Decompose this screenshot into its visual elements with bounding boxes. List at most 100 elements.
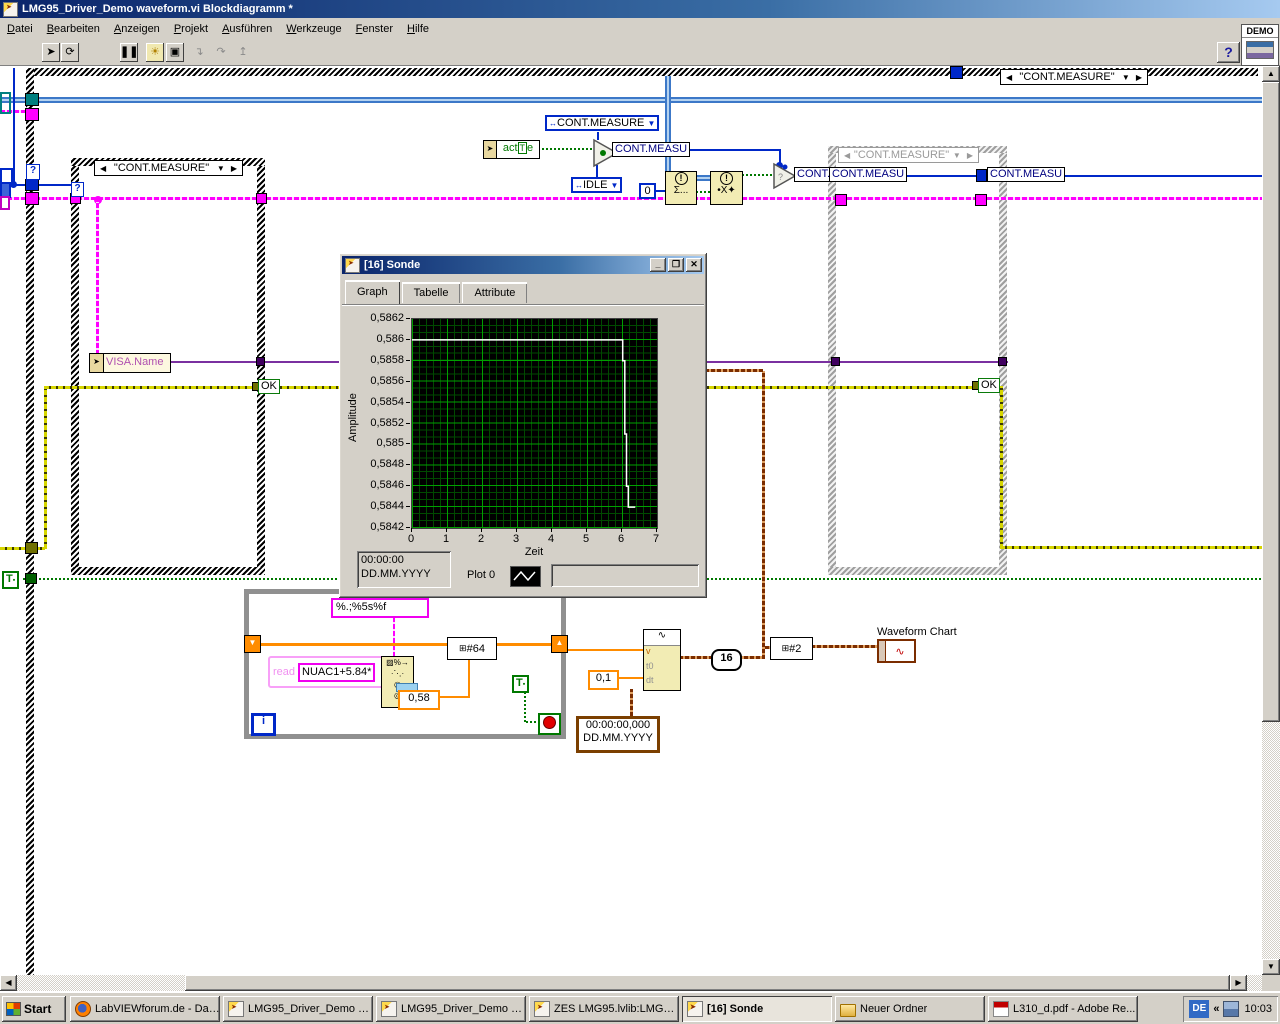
refnum-wire[interactable] bbox=[696, 175, 710, 181]
case-prev-icon[interactable]: ◀ bbox=[100, 164, 106, 173]
case-dropdown-icon[interactable]: ▼ bbox=[217, 164, 225, 173]
multiply-node[interactable]: ! •X✦ bbox=[710, 171, 743, 205]
blue-tunnel-top-border[interactable] bbox=[950, 66, 963, 79]
boolean-wire[interactable] bbox=[526, 721, 538, 723]
timestamp-constant[interactable]: 00:00:00,000 DD.MM.YYYY bbox=[576, 716, 660, 753]
cluster-tunnel-top[interactable] bbox=[25, 108, 39, 121]
active-control-terminal[interactable]: ➤ act Te bbox=[483, 140, 540, 159]
error-wire[interactable] bbox=[0, 547, 45, 550]
shift-register-left[interactable]: ▼ bbox=[244, 635, 261, 653]
left-case-left-border[interactable] bbox=[71, 166, 79, 567]
disabled-case-selector[interactable]: ◀ "CONT.MEASURE" ▼ ▶ bbox=[838, 147, 979, 163]
tab-attribute[interactable]: Attribute bbox=[462, 282, 528, 303]
menu-bearbeiten[interactable]: Bearbeiten bbox=[40, 20, 107, 38]
blue-wire-vertical-left[interactable] bbox=[13, 68, 15, 184]
waveform-wire[interactable] bbox=[811, 645, 877, 648]
task-button[interactable]: Neuer Ordner bbox=[835, 996, 985, 1022]
error-wire-vertical[interactable] bbox=[1000, 386, 1003, 549]
boolean-wire-vertical[interactable] bbox=[524, 693, 526, 722]
zero-constant[interactable]: 0 bbox=[639, 183, 656, 199]
probe-close-button[interactable]: ✕ bbox=[686, 258, 702, 272]
waveform-chart-terminal[interactable]: ∿ bbox=[877, 639, 916, 663]
true-constant[interactable]: T▪ bbox=[2, 571, 20, 589]
cluster-wire-horizontal[interactable] bbox=[0, 197, 1262, 200]
build-array-node[interactable]: ⊞ #2 bbox=[770, 637, 813, 660]
numeric-array-wire[interactable] bbox=[251, 643, 552, 646]
clipped-terminal-fragment[interactable] bbox=[0, 196, 10, 210]
blue-tunnel[interactable] bbox=[976, 169, 987, 182]
probe-graph-plot-area[interactable] bbox=[411, 318, 658, 529]
format-string-constant[interactable]: %.;%5s%f bbox=[331, 598, 429, 618]
case-next-icon[interactable]: ▶ bbox=[231, 164, 237, 173]
cluster-tunnel[interactable] bbox=[975, 194, 987, 206]
numeric-wire-vertical[interactable] bbox=[468, 658, 470, 698]
boolean-wire[interactable] bbox=[538, 148, 595, 150]
left-case-right-border[interactable] bbox=[257, 166, 265, 567]
error-probe-ok[interactable]: OK bbox=[258, 379, 280, 394]
visa-property-node[interactable]: ➤ VISA.Name bbox=[89, 353, 171, 373]
menu-werkzeuge[interactable]: Werkzeuge bbox=[279, 20, 348, 38]
queue-status-node[interactable]: ! Σ... bbox=[665, 171, 697, 205]
left-case-bottom-border[interactable] bbox=[71, 567, 265, 575]
menu-anzeigen[interactable]: Anzeigen bbox=[107, 20, 167, 38]
task-button[interactable]: LMG95_Driver_Demo w... bbox=[223, 996, 373, 1022]
horizontal-scrollbar-thumb[interactable] bbox=[185, 975, 1230, 991]
scroll-up-icon[interactable]: ▲ bbox=[1262, 66, 1280, 82]
vertical-scrollbar-thumb[interactable] bbox=[1262, 82, 1280, 722]
error-probe-ok[interactable]: OK bbox=[978, 378, 1000, 393]
start-button[interactable]: Start bbox=[2, 996, 66, 1022]
horizontal-scrollbar[interactable]: ◀ ▶ bbox=[0, 975, 1262, 991]
scroll-right-icon[interactable]: ▶ bbox=[1230, 975, 1247, 991]
iteration-terminal[interactable]: i bbox=[251, 713, 276, 736]
task-button[interactable]: L310_d.pdf - Adobe Re... bbox=[988, 996, 1138, 1022]
left-case-selector-terminal[interactable]: ? bbox=[71, 182, 84, 197]
case-next-icon[interactable]: ▶ bbox=[1136, 73, 1142, 82]
numeric-wire[interactable] bbox=[436, 696, 470, 698]
scroll-down-icon[interactable]: ▼ bbox=[1262, 959, 1280, 975]
blue-wire[interactable] bbox=[1062, 175, 1262, 177]
string-probe[interactable]: read NUAC1+5.84* bbox=[268, 656, 384, 688]
highlight-execution-bulb-icon[interactable]: ☀ bbox=[146, 43, 164, 62]
shift-register-right[interactable]: ▲ bbox=[551, 635, 568, 653]
probe-comment-field[interactable] bbox=[551, 564, 699, 587]
menu-datei[interactable]: Datei bbox=[0, 20, 40, 38]
left-case-selector[interactable]: ◀ "CONT.MEASURE" ▼ ▶ bbox=[94, 160, 243, 176]
task-button[interactable]: [16] Sonde bbox=[682, 996, 832, 1022]
probe-maximize-button[interactable]: ❐ bbox=[668, 258, 684, 272]
numeric-array-wire[interactable] bbox=[566, 649, 643, 651]
build-array-node[interactable]: ⊞ #64 bbox=[447, 637, 497, 660]
visa-tunnel[interactable] bbox=[831, 357, 840, 366]
cont-measure-enum-constant[interactable]: ↔CONT.MEASURE ▼ bbox=[545, 115, 660, 131]
blue-tunnel[interactable] bbox=[25, 179, 39, 191]
menu-ausführen[interactable]: Ausführen bbox=[215, 20, 279, 38]
boolean-wire[interactable] bbox=[696, 191, 710, 193]
error-wire-horizontal[interactable] bbox=[1000, 546, 1262, 549]
boolean-tunnel[interactable] bbox=[25, 573, 37, 584]
run-button[interactable]: ➤ bbox=[42, 43, 60, 62]
case-prev-icon[interactable]: ◀ bbox=[1006, 73, 1012, 82]
refnum-tunnel[interactable] bbox=[25, 93, 39, 106]
outer-case-selector[interactable]: ◀ "CONT.MEASURE" ▼ ▶ bbox=[1000, 69, 1148, 85]
error-wire-vertical[interactable] bbox=[44, 388, 47, 549]
cluster-tunnel[interactable] bbox=[835, 194, 847, 206]
waveform-wire-vertical[interactable] bbox=[762, 371, 765, 659]
time-wire-vertical[interactable] bbox=[630, 689, 633, 716]
case-dropdown-icon[interactable]: ▼ bbox=[953, 151, 961, 160]
blue-wire[interactable] bbox=[684, 149, 781, 151]
build-waveform-node[interactable]: ∿ v t0 dt bbox=[643, 629, 681, 691]
menu-fenster[interactable]: Fenster bbox=[349, 20, 400, 38]
menu-projekt[interactable]: Projekt bbox=[167, 20, 215, 38]
blue-wire[interactable] bbox=[900, 175, 977, 177]
task-button[interactable]: LMG95_Driver_Demo w... bbox=[376, 996, 526, 1022]
step-into-button[interactable]: ↴ bbox=[190, 43, 208, 62]
run-continuous-button[interactable]: ⟳ bbox=[61, 43, 79, 62]
probe-indicator-16[interactable]: 16 bbox=[711, 649, 742, 671]
true-constant[interactable]: T▪ bbox=[512, 675, 530, 693]
task-button[interactable]: ZES LMG95.lvlib:LMG95... bbox=[529, 996, 679, 1022]
boolean-wire[interactable] bbox=[742, 174, 772, 176]
numeric-wire[interactable] bbox=[615, 677, 643, 679]
stop-terminal[interactable] bbox=[538, 713, 561, 735]
scroll-left-icon[interactable]: ◀ bbox=[0, 975, 17, 991]
waveform-wire[interactable] bbox=[679, 656, 711, 659]
case-dropdown-icon[interactable]: ▼ bbox=[1122, 73, 1130, 82]
